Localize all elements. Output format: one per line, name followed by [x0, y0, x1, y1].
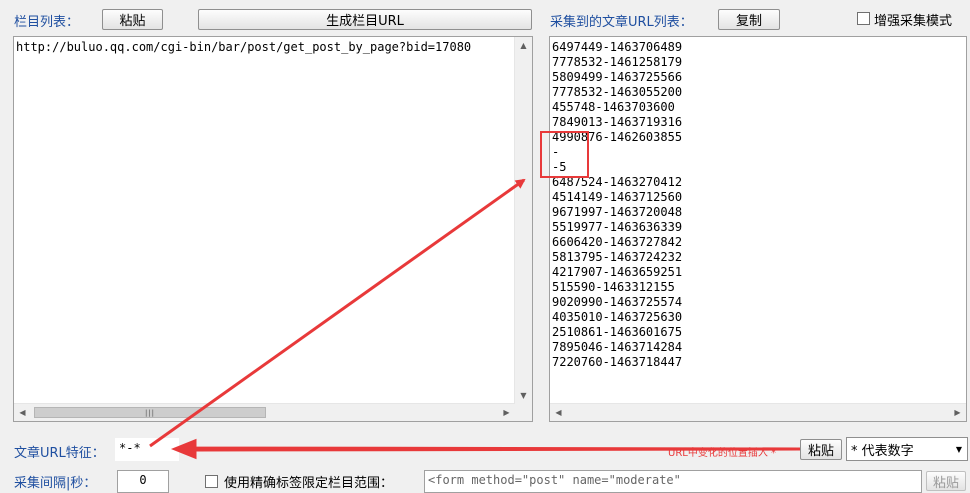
horizontal-arrow — [170, 438, 801, 460]
diagonal-arrow — [149, 178, 526, 448]
annotation-arrows — [149, 178, 801, 460]
